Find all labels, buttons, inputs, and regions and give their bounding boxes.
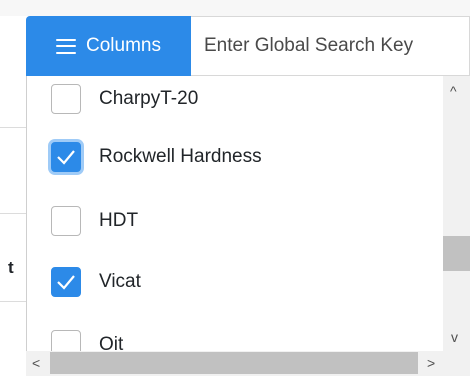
column-option-label: HDT bbox=[99, 210, 139, 231]
column-option-vicat[interactable]: Vicat bbox=[27, 257, 437, 307]
columns-button[interactable]: Columns bbox=[26, 16, 191, 76]
vertical-scrollbar[interactable] bbox=[443, 76, 470, 351]
scroll-up-arrow[interactable]: ^ bbox=[450, 84, 457, 98]
columns-button-label: Columns bbox=[86, 35, 161, 56]
column-option-label: Rockwell Hardness bbox=[99, 146, 262, 167]
column-option-hdt[interactable]: HDT bbox=[27, 196, 437, 246]
column-option-label: Vicat bbox=[99, 271, 141, 292]
column-option-charpy[interactable]: CharpyT-20 bbox=[27, 76, 437, 124]
background-partial-header: t bbox=[8, 258, 14, 277]
scroll-right-arrow[interactable]: > bbox=[427, 356, 435, 370]
checkmark-icon bbox=[57, 275, 75, 290]
global-search-input[interactable] bbox=[191, 16, 470, 76]
checkmark-icon bbox=[57, 150, 75, 165]
scroll-left-arrow[interactable]: < bbox=[32, 356, 40, 370]
checkbox-unchecked[interactable] bbox=[51, 206, 81, 236]
background-divider bbox=[0, 127, 26, 128]
checkbox-checked[interactable] bbox=[51, 142, 81, 172]
checkbox-unchecked[interactable] bbox=[51, 84, 81, 114]
column-option-label: CharpyT-20 bbox=[99, 88, 199, 109]
horizontal-scrollbar-thumb[interactable] bbox=[50, 352, 418, 374]
vertical-scrollbar-thumb[interactable] bbox=[443, 236, 470, 271]
scroll-down-arrow[interactable]: v bbox=[451, 330, 458, 344]
background-divider bbox=[0, 213, 26, 214]
checkbox-checked[interactable] bbox=[51, 267, 81, 297]
columns-dropdown-menu: CharpyT-20 Rockwell Hardness HDT Vicat O… bbox=[26, 76, 470, 376]
page-background-band bbox=[0, 0, 470, 16]
column-option-rockwell-hardness[interactable]: Rockwell Hardness bbox=[27, 132, 437, 182]
hamburger-menu-icon bbox=[56, 38, 76, 54]
background-divider bbox=[0, 301, 26, 302]
